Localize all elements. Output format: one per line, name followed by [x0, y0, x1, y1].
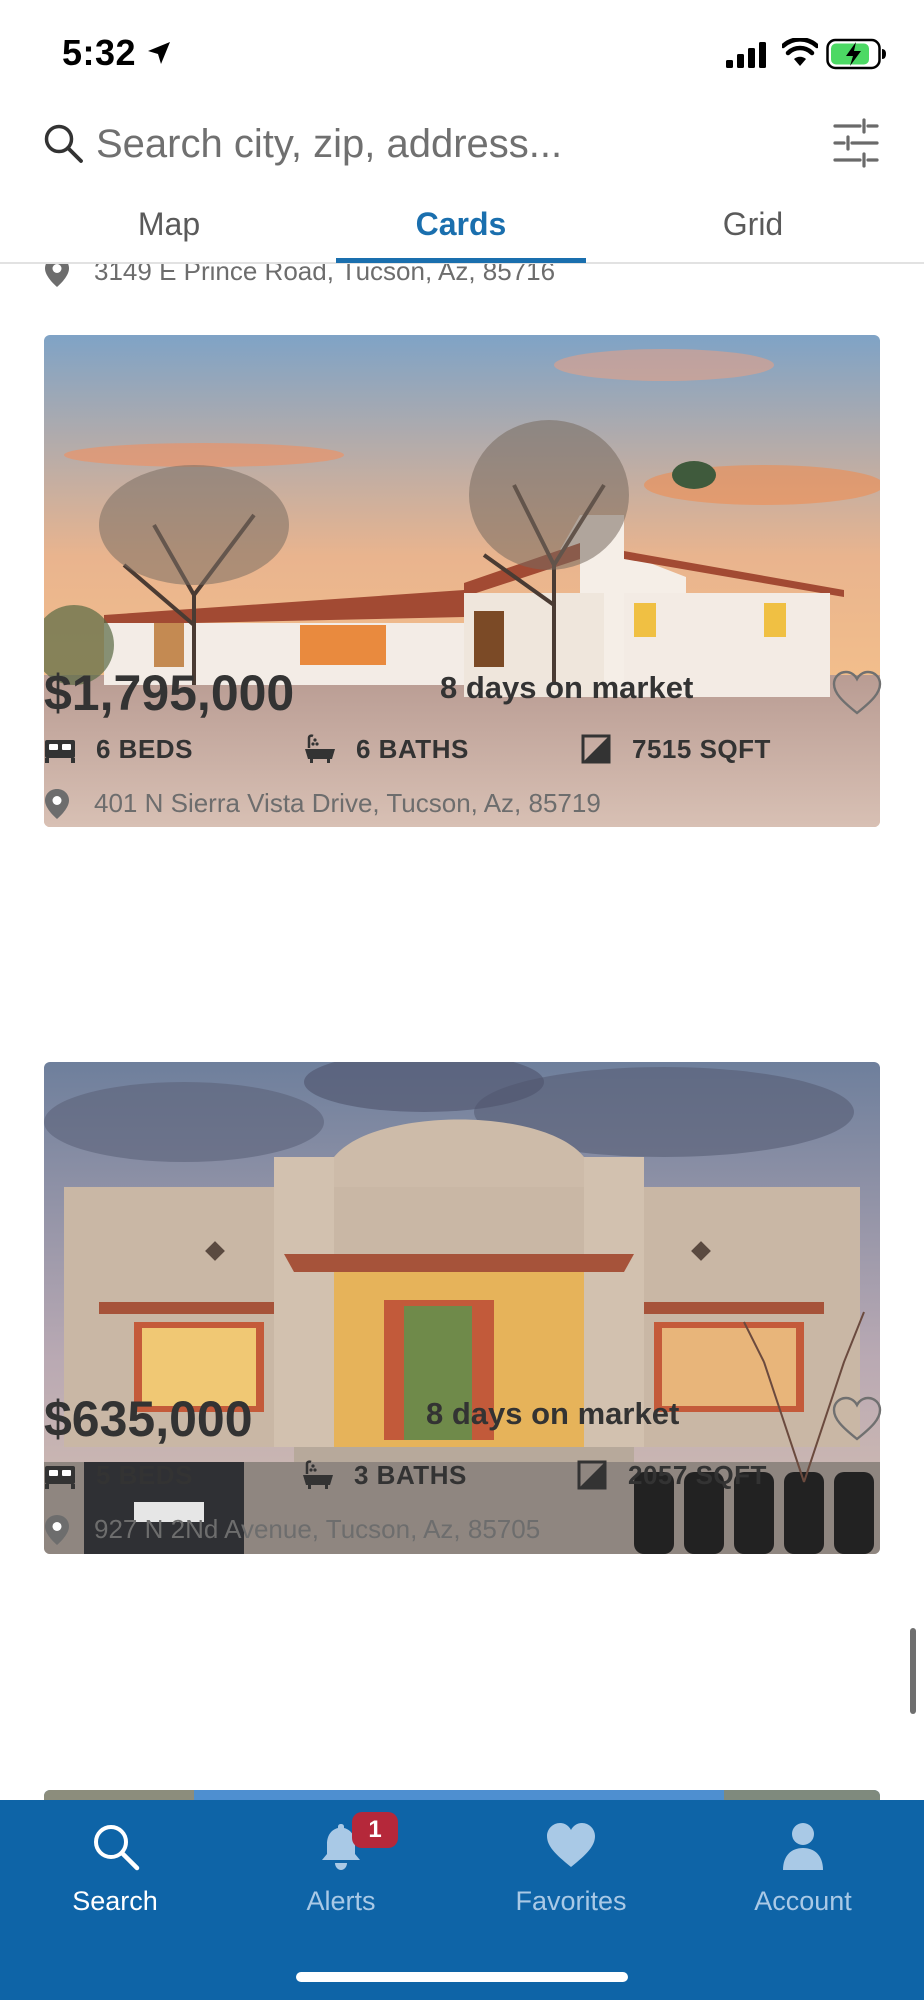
- filter-sliders-icon[interactable]: [832, 118, 880, 168]
- sqft-spec: 7515 SQFT: [580, 730, 860, 770]
- tab-map[interactable]: Map: [44, 206, 294, 243]
- heart-icon: [547, 1823, 595, 1867]
- address-text: 3149 E Prince Road, Tucson, Az, 85716: [94, 264, 556, 286]
- listing-address: 927 N 2Nd Avenue, Tucson, Az, 85705: [44, 1510, 884, 1550]
- address-text: 927 N 2Nd Avenue, Tucson, Az, 85705: [94, 1514, 541, 1544]
- bathtub-icon: [305, 734, 335, 763]
- search-icon: [94, 1825, 140, 1871]
- location-pin-icon: [45, 789, 69, 819]
- beds-text: 5 BEDS: [96, 1460, 193, 1490]
- bathtub-icon: [303, 1460, 333, 1489]
- scrollbar[interactable]: [910, 1628, 916, 1714]
- search-bar: [0, 108, 924, 196]
- active-tab-indicator: [336, 258, 586, 263]
- alerts-badge: 1: [352, 1812, 398, 1848]
- days-on-market: 8 days on market: [440, 670, 694, 705]
- bed-icon: [45, 1466, 75, 1489]
- battery-charging-icon: [826, 38, 886, 70]
- favorite-heart-icon[interactable]: [832, 670, 882, 716]
- cellular-signal-icon: [726, 42, 766, 68]
- location-pin-icon: [45, 1515, 69, 1545]
- nav-alerts[interactable]: 1 Alerts: [226, 1812, 456, 1940]
- listing-photo[interactable]: [44, 1790, 880, 1800]
- listing-cards-list[interactable]: 3149 E Prince Road, Tucson, Az, 85716 $1…: [0, 264, 924, 1800]
- search-input[interactable]: [96, 114, 796, 174]
- tab-cards[interactable]: Cards: [336, 206, 586, 243]
- location-pin-icon: [45, 264, 69, 287]
- listing-price: $635,000: [44, 1391, 253, 1447]
- favorite-heart-icon[interactable]: [832, 1396, 882, 1442]
- nav-favorites-label: Favorites: [515, 1886, 627, 1916]
- home-indicator: [296, 1972, 628, 1982]
- status-bar: 5:32: [0, 0, 924, 108]
- nav-search[interactable]: Search: [0, 1820, 230, 1940]
- beds-spec: 6 BEDS: [44, 730, 264, 770]
- nav-account-label: Account: [754, 1886, 852, 1916]
- beds-text: 6 BEDS: [96, 734, 193, 764]
- bed-icon: [45, 740, 75, 763]
- location-arrow-icon: [148, 42, 170, 64]
- baths-spec: 3 BATHS: [302, 1456, 522, 1496]
- baths-text: 3 BATHS: [354, 1460, 467, 1490]
- sqft-spec: 2057 SQFT: [576, 1456, 856, 1496]
- listing-address: 3149 E Prince Road, Tucson, Az, 85716: [44, 264, 884, 292]
- nav-favorites[interactable]: Favorites: [456, 1820, 686, 1940]
- person-icon: [783, 1823, 823, 1870]
- sqft-text: 7515 SQFT: [632, 734, 771, 764]
- house-photo-image: [44, 1790, 880, 1800]
- nav-account[interactable]: Account: [688, 1820, 918, 1940]
- beds-spec: 5 BEDS: [44, 1456, 264, 1496]
- search-icon: [44, 124, 83, 163]
- nav-search-label: Search: [72, 1886, 158, 1916]
- sqft-text: 2057 SQFT: [628, 1460, 767, 1490]
- wifi-icon: [782, 38, 818, 66]
- view-tabs: Map Cards Grid: [0, 196, 924, 264]
- address-text: 401 N Sierra Vista Drive, Tucson, Az, 85…: [94, 788, 601, 818]
- nav-alerts-label: Alerts: [306, 1886, 376, 1916]
- status-time: 5:32: [62, 32, 137, 73]
- tab-grid[interactable]: Grid: [628, 206, 878, 243]
- days-on-market: 8 days on market: [426, 1396, 680, 1431]
- area-square-icon: [581, 734, 611, 764]
- area-square-icon: [577, 1460, 607, 1490]
- baths-text: 6 BATHS: [356, 734, 469, 764]
- bottom-navigation: Search 1 Alerts Favorites Account: [0, 1800, 924, 2000]
- baths-spec: 6 BATHS: [304, 730, 524, 770]
- listing-address: 401 N Sierra Vista Drive, Tucson, Az, 85…: [44, 784, 884, 824]
- listing-price: $1,795,000: [44, 665, 295, 721]
